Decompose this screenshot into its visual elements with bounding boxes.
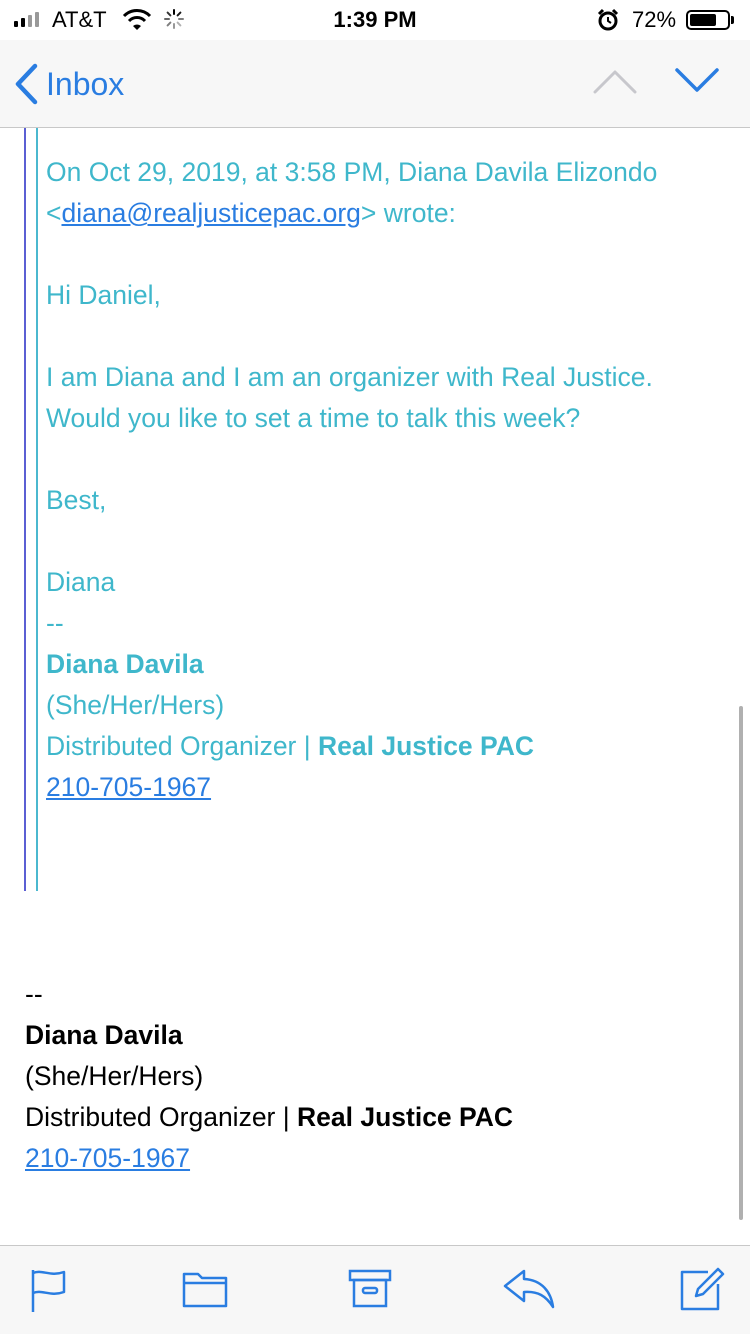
sig-pronouns: (She/Her/Hers) xyxy=(25,1061,204,1091)
quote-short-name: Diana xyxy=(46,567,116,597)
back-to-inbox-button[interactable]: Inbox xyxy=(14,60,124,108)
sig-dashes: -- xyxy=(25,979,43,1009)
quote-body: I am Diana and I am an organizer with Re… xyxy=(46,362,653,433)
chevron-up-icon[interactable] xyxy=(592,66,638,96)
quote-sig-pronouns: (She/Her/Hers) xyxy=(46,690,225,720)
sig-phone: 210-705-1967 xyxy=(25,1138,705,1179)
alarm-icon xyxy=(597,8,619,31)
phone-link[interactable]: 210-705-1967 xyxy=(25,1143,190,1173)
compose-icon[interactable] xyxy=(678,1264,726,1312)
chevron-down-icon[interactable] xyxy=(674,66,720,96)
status-bar: AT&T 1:39 PM 72% xyxy=(0,0,750,40)
quote-sig-role: Distributed Organizer | Real Justice PAC xyxy=(46,731,535,761)
scroll-indicator[interactable] xyxy=(739,706,743,1220)
sig-name: Diana Davila xyxy=(25,1020,183,1050)
quote-sig-dashes: -- xyxy=(46,608,64,638)
archive-icon[interactable] xyxy=(348,1268,392,1308)
closing: Best, xyxy=(46,485,107,515)
quote-bar-outer xyxy=(24,128,26,891)
battery-icon xyxy=(686,10,730,30)
flag-icon[interactable] xyxy=(28,1268,68,1314)
folder-icon[interactable] xyxy=(182,1268,228,1308)
greeting: Hi Daniel, xyxy=(46,280,161,310)
chevron-left-icon xyxy=(15,63,38,105)
signature: -- Diana Davila (She/Her/Hers) Distribut… xyxy=(25,974,705,1179)
quoted-text: On Oct 29, 2019, at 3:58 PM, Diana Davil… xyxy=(46,152,686,808)
battery-level xyxy=(690,14,716,26)
reply-icon[interactable] xyxy=(502,1268,556,1310)
sender-email-link[interactable]: diana@realjusticepac.org xyxy=(61,198,360,228)
bottom-toolbar xyxy=(0,1245,750,1334)
quote-bar-inner xyxy=(36,128,38,891)
nav-bar: Inbox xyxy=(0,40,750,128)
quote-sig-phone: 210-705-1967 xyxy=(46,767,686,808)
message-body[interactable]: On Oct 29, 2019, at 3:58 PM, Diana Davil… xyxy=(0,128,750,1244)
quote-phone-link[interactable]: 210-705-1967 xyxy=(46,772,211,802)
quote-sig-name: Diana Davila xyxy=(46,649,204,679)
sig-role: Distributed Organizer | Real Justice PAC xyxy=(25,1102,514,1132)
battery-tip xyxy=(731,16,734,24)
quoted-message: On Oct 29, 2019, at 3:58 PM, Diana Davil… xyxy=(24,128,704,891)
battery-percent: 72% xyxy=(632,7,677,32)
back-label: Inbox xyxy=(46,65,125,102)
quote-header: On Oct 29, 2019, at 3:58 PM, Diana Davil… xyxy=(46,152,686,234)
quote-header-suffix: > wrote: xyxy=(360,198,456,228)
